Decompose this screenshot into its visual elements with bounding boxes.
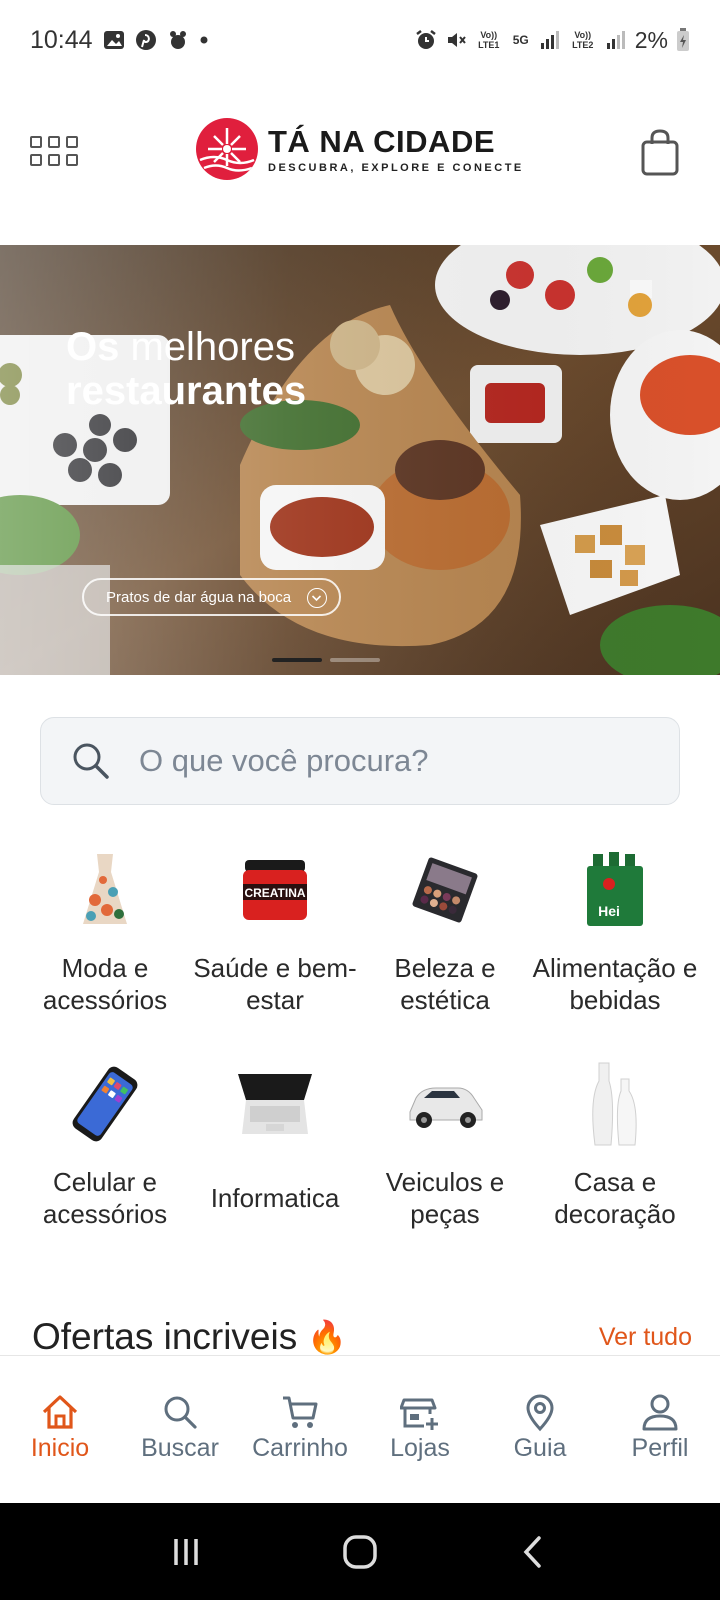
battery-icon	[677, 28, 689, 51]
category-label: Casa e decoração	[554, 1167, 676, 1229]
category-item-saude[interactable]: CREATINA Saúde e bem-estar	[190, 840, 360, 1040]
home-button-icon[interactable]	[340, 1532, 380, 1572]
banner-title-rest: melhores	[119, 325, 295, 369]
banner-pill-label: Pratos de dar água na boca	[106, 588, 292, 606]
gallery-icon	[103, 31, 124, 49]
category-label: Saúde e bem-estar	[193, 953, 357, 1015]
dot-icon	[200, 36, 208, 44]
search-icon	[73, 743, 109, 779]
mute-icon	[447, 33, 466, 47]
category-item-alimentacao[interactable]: Hei Alimentação e bebidas	[530, 840, 700, 1040]
category-label: Veiculos e peças	[385, 1167, 505, 1229]
back-icon[interactable]	[516, 1534, 552, 1570]
nav-item-perfil[interactable]: Perfil	[600, 1356, 720, 1503]
category-item-beleza[interactable]: Beleza e estética	[360, 840, 530, 1040]
nav-label: Carrinho	[252, 1434, 348, 1462]
nav-item-guia[interactable]: Guia	[480, 1356, 600, 1503]
cart-icon	[283, 1396, 318, 1428]
offers-section-header: Ofertas incriveis 🔥 Ver tudo	[32, 1316, 692, 1358]
user-icon	[642, 1394, 678, 1431]
category-label: Alimentação e bebidas	[532, 953, 698, 1015]
nav-item-buscar[interactable]: Buscar	[120, 1356, 240, 1503]
search-icon	[164, 1396, 197, 1429]
volte-lte2-icon: Vo)) LTE2	[572, 30, 594, 50]
category-item-veiculos[interactable]: Veiculos e peças	[360, 1054, 530, 1254]
banner-cta-pill[interactable]: Pratos de dar água na boca	[82, 578, 342, 616]
signal-icon	[606, 31, 625, 49]
smartphone-icon	[72, 1066, 138, 1142]
nav-label: Lojas	[390, 1434, 450, 1462]
location-pin-icon	[526, 1394, 554, 1432]
carousel-dot[interactable]	[330, 658, 380, 662]
fire-icon: 🔥	[307, 1319, 348, 1355]
dress-icon	[83, 854, 127, 924]
banner-title-line2: restaurantes	[66, 369, 307, 413]
laptop-icon	[238, 1074, 312, 1134]
app-logo[interactable]: TÁ NA CIDADE DESCUBRA, EXPLORE E CONECTE	[196, 118, 524, 180]
carousel-indicator	[272, 658, 380, 662]
nav-label: Inicio	[30, 1434, 90, 1462]
chevron-down-icon	[307, 588, 328, 608]
home-icon	[42, 1395, 78, 1429]
banner-title: Os melhores restaurantes	[66, 325, 306, 413]
search-placeholder: O que você procura?	[139, 743, 429, 778]
category-item-casa[interactable]: Casa e decoração	[530, 1054, 700, 1254]
grid-menu-icon[interactable]	[30, 136, 78, 170]
category-item-celular[interactable]: Celular e acessórios	[20, 1054, 190, 1254]
category-label: Beleza e estética	[394, 953, 496, 1015]
nav-item-carrinho[interactable]: Carrinho	[240, 1356, 360, 1503]
hero-banner[interactable]: Os melhores restaurantes Pratos de dar á…	[0, 245, 720, 675]
logo-title: TÁ NA CIDADE	[268, 124, 496, 159]
category-item-informatica[interactable]: Informatica	[190, 1054, 360, 1254]
nav-item-lojas[interactable]: Lojas	[360, 1356, 480, 1503]
store-add-icon	[400, 1398, 438, 1430]
nav-label: Guia	[513, 1434, 567, 1462]
recent-apps-icon[interactable]	[168, 1534, 204, 1570]
volte-lte1-icon: Vo)) LTE1	[478, 30, 500, 50]
signal-icon	[540, 31, 559, 49]
svg-text:Hei: Hei	[598, 903, 620, 919]
category-label: Informatica	[210, 1183, 340, 1213]
pinterest-icon	[135, 30, 156, 50]
nav-label: Perfil	[631, 1434, 689, 1462]
vase-icon	[592, 1062, 637, 1146]
beer-pack-icon: Hei	[587, 852, 643, 926]
alarm-icon	[416, 30, 436, 49]
category-label: Celular e acessórios	[42, 1167, 168, 1229]
battery-percent: 2%	[634, 26, 668, 53]
car-icon	[409, 1087, 483, 1128]
app-header: TÁ NA CIDADE DESCUBRA, EXPLORE E CONECTE	[0, 110, 720, 200]
svg-text:CREATINA: CREATINA	[244, 886, 305, 900]
nav-label: Buscar	[141, 1434, 219, 1462]
5g-icon: 5G	[512, 33, 529, 47]
logo-subtitle: DESCUBRA, EXPLORE E CONECTE	[268, 162, 524, 174]
status-time: 10:44	[30, 25, 93, 54]
category-item-moda[interactable]: Moda e acessórios	[20, 840, 190, 1040]
bottom-navigation: Inicio Buscar Carrinho Lojas Guia Perfil	[0, 1355, 720, 1503]
category-label: Moda e acessórios	[42, 953, 168, 1015]
carousel-dot-active[interactable]	[272, 658, 322, 662]
bug-icon	[169, 31, 186, 49]
supplement-jar-icon: CREATINA	[243, 860, 307, 920]
system-navigation-bar	[0, 1503, 720, 1600]
see-all-link[interactable]: Ver tudo	[599, 1323, 692, 1352]
nav-item-inicio[interactable]: Inicio	[0, 1356, 120, 1503]
logo-sun-icon	[196, 118, 258, 180]
category-grid: Moda e acessórios CREATINA Saúde e bem-e…	[20, 840, 700, 1254]
shopping-bag-icon[interactable]	[640, 128, 680, 178]
offers-title: Ofertas incriveis	[32, 1316, 298, 1357]
status-bar: 10:44 Vo)) LTE1 5G Vo)) LTE2 2%	[0, 0, 720, 80]
banner-title-bold: Os	[66, 325, 120, 369]
eyeshadow-palette-icon	[412, 857, 478, 923]
search-input[interactable]: O que você procura?	[40, 717, 680, 805]
